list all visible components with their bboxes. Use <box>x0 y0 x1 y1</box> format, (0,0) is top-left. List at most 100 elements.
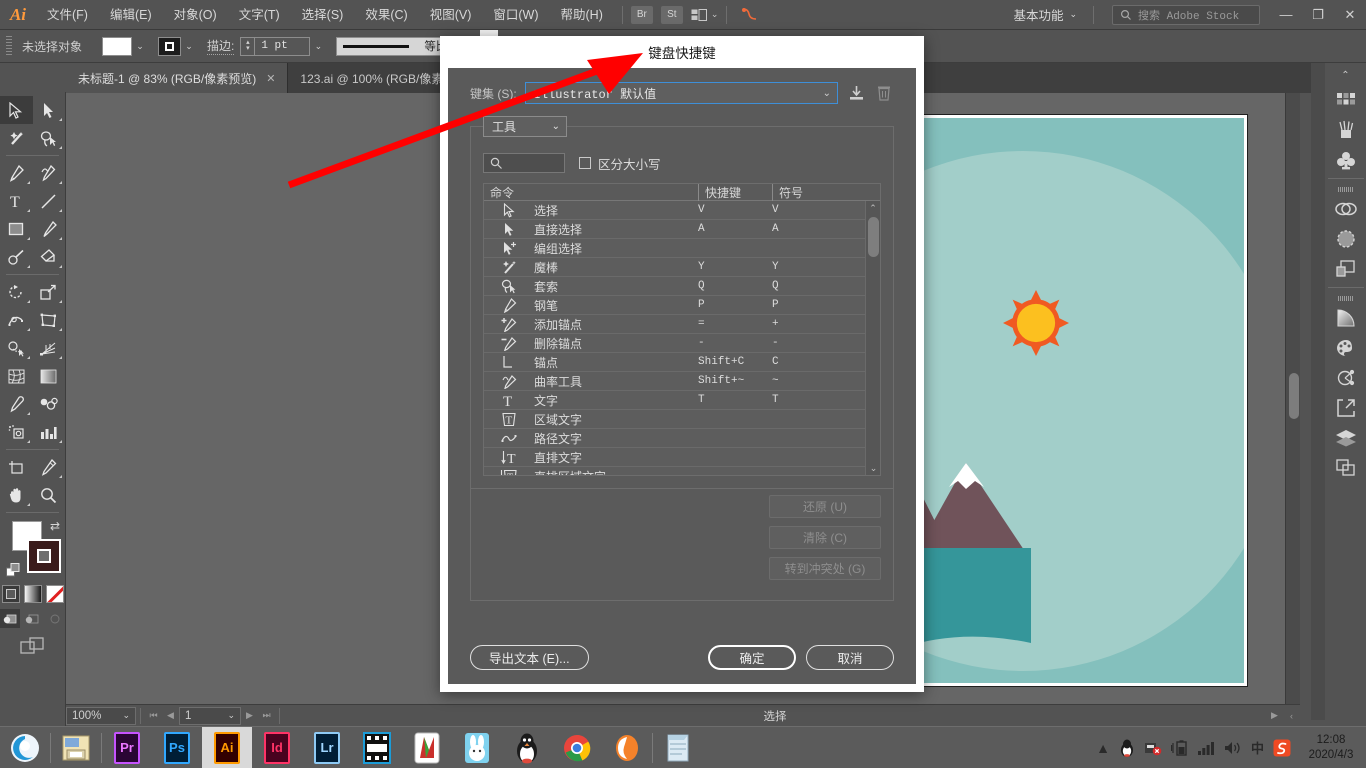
swatches-panel-icon[interactable] <box>1329 85 1363 115</box>
close-button[interactable]: ✕ <box>1334 0 1366 30</box>
shape-builder-tool[interactable] <box>0 334 33 362</box>
table-row[interactable]: 路径文字 <box>484 429 880 448</box>
bridge-icon[interactable]: Br <box>631 6 653 24</box>
perspective-grid-tool[interactable] <box>33 334 66 362</box>
taskbar-app-google-chrome[interactable] <box>552 727 602 768</box>
stroke-color-control[interactable]: ⌄ <box>158 37 197 56</box>
row-symbol[interactable]: ~ <box>772 375 832 387</box>
taskbar-app-notepad[interactable] <box>653 727 703 768</box>
eraser-tool[interactable] <box>33 243 66 271</box>
table-row[interactable]: 套索QQ <box>484 277 880 296</box>
row-shortcut[interactable]: - <box>698 337 772 349</box>
goto-conflict-button[interactable]: 转到冲突处 (G) <box>769 557 881 580</box>
artboards-panel-icon[interactable] <box>1329 453 1363 483</box>
row-symbol[interactable]: V <box>772 204 832 216</box>
qq-tray-icon[interactable] <box>1119 739 1135 757</box>
table-row[interactable]: T直排文字 <box>484 448 880 467</box>
menu-edit[interactable]: 编辑(E) <box>99 0 163 30</box>
mesh-tool[interactable] <box>0 362 33 390</box>
collapse-panels-icon[interactable]: ⌃ <box>1325 65 1366 85</box>
taskbar-app-qq[interactable] <box>502 727 552 768</box>
fill-swatch[interactable] <box>102 37 132 56</box>
gradient-button[interactable] <box>24 585 42 603</box>
table-row[interactable]: 直接选择AA <box>484 220 880 239</box>
chevron-down-icon[interactable]: ⌄ <box>122 710 130 721</box>
next-artboard-button[interactable]: ▶ <box>241 707 258 725</box>
table-scrollbar[interactable]: ⌃ ⌄ <box>865 201 880 475</box>
gradient-tool[interactable] <box>33 362 66 390</box>
save-keyset-icon[interactable] <box>846 83 866 103</box>
status-menu-button[interactable]: ▶ <box>1266 707 1283 725</box>
row-symbol[interactable]: Q <box>772 280 832 292</box>
layers-panel-icon[interactable] <box>1329 423 1363 453</box>
table-row[interactable]: T区域文字 <box>484 410 880 429</box>
free-transform-tool[interactable] <box>33 306 66 334</box>
chevron-down-icon[interactable]: ⌄ <box>227 710 235 721</box>
row-shortcut[interactable]: Shift+~ <box>698 375 772 387</box>
table-row[interactable]: 钢笔PP <box>484 296 880 315</box>
menu-object[interactable]: 对象(O) <box>163 0 228 30</box>
zoom-level-field[interactable]: 100% ⌄ <box>66 707 136 725</box>
menu-window[interactable]: 窗口(W) <box>482 0 549 30</box>
category-select[interactable]: 工具 ⌄ <box>483 116 567 137</box>
table-row[interactable]: 魔棒YY <box>484 258 880 277</box>
taskbar-app-media-encoder[interactable] <box>352 727 402 768</box>
undo-button[interactable]: 还原 (U) <box>769 495 881 518</box>
row-symbol[interactable]: T <box>772 394 832 406</box>
gradient-panel-icon[interactable] <box>1329 303 1363 333</box>
row-shortcut[interactable]: T <box>698 394 772 406</box>
width-tool[interactable] <box>0 306 33 334</box>
signal-icon[interactable] <box>1197 741 1215 755</box>
stroke-profile-field[interactable]: 等比 <box>336 37 454 56</box>
taskbar-app-firefox[interactable] <box>602 727 652 768</box>
stroke-weight-value[interactable]: 1 pt <box>254 37 310 56</box>
table-row[interactable]: 编组选择 <box>484 239 880 258</box>
minimize-button[interactable]: — <box>1270 0 1302 30</box>
row-symbol[interactable]: C <box>772 356 832 368</box>
taskbar-app-indesign[interactable]: Id <box>252 727 302 768</box>
panel-group-grip[interactable] <box>1338 187 1354 192</box>
scrollbar-thumb[interactable] <box>1289 373 1299 419</box>
symbol-sprayer-tool[interactable] <box>0 418 33 446</box>
table-row[interactable]: 添加锚点=+ <box>484 315 880 334</box>
restore-button[interactable]: ❐ <box>1302 0 1334 30</box>
row-shortcut[interactable]: Shift+C <box>698 356 772 368</box>
type-tool[interactable]: T <box>0 187 33 215</box>
stock-icon[interactable]: St <box>661 6 683 24</box>
case-sensitive-checkbox[interactable]: 区分大小写 <box>579 154 661 173</box>
clear-button[interactable]: 清除 (C) <box>769 526 881 549</box>
taskbar-app-premiere-pro[interactable]: Pr <box>102 727 152 768</box>
row-shortcut[interactable]: = <box>698 318 772 330</box>
slice-tool[interactable] <box>33 453 66 481</box>
draw-normal-icon[interactable] <box>0 609 20 628</box>
draw-inside-icon[interactable] <box>45 609 65 628</box>
row-shortcut[interactable]: A <box>698 223 772 235</box>
row-shortcut[interactable]: V <box>698 204 772 216</box>
scroll-up-icon[interactable]: ⌃ <box>866 201 880 215</box>
last-artboard-button[interactable]: ⏭ <box>258 707 275 725</box>
taskbar-app-rabbit[interactable] <box>452 727 502 768</box>
rectangle-tool[interactable] <box>0 215 33 243</box>
first-artboard-button[interactable]: ⏮ <box>145 707 162 725</box>
table-row[interactable]: 删除锚点-- <box>484 334 880 353</box>
eyedropper-tool[interactable] <box>0 390 33 418</box>
taskbar-app-wps-office[interactable] <box>402 727 452 768</box>
color-button[interactable] <box>2 585 20 603</box>
ime-chinese-icon[interactable]: 中 <box>1251 738 1264 757</box>
taskbar-clock[interactable]: 12:08 2020/4/3 <box>1300 733 1358 763</box>
table-row[interactable]: 锚点Shift+CC <box>484 353 880 372</box>
sogou-input-icon[interactable] <box>1273 739 1291 757</box>
lasso-tool[interactable] <box>33 124 66 152</box>
status-collapse-button[interactable]: ‹ <box>1283 707 1300 725</box>
row-symbol[interactable]: P <box>772 299 832 311</box>
none-button[interactable] <box>46 585 64 603</box>
column-graph-tool[interactable] <box>33 418 66 446</box>
row-shortcut[interactable]: P <box>698 299 772 311</box>
menu-select[interactable]: 选择(S) <box>291 0 355 30</box>
workspace-switcher[interactable]: 基本功能 ⌄ <box>1005 5 1085 24</box>
curvature-tool[interactable] <box>33 159 66 187</box>
chevron-down-icon[interactable]: ⌄ <box>132 37 148 56</box>
default-fill-stroke-icon[interactable] <box>6 563 22 582</box>
search-adobe-icon[interactable] <box>735 7 764 22</box>
panel-group-grip-2[interactable] <box>1338 296 1354 301</box>
